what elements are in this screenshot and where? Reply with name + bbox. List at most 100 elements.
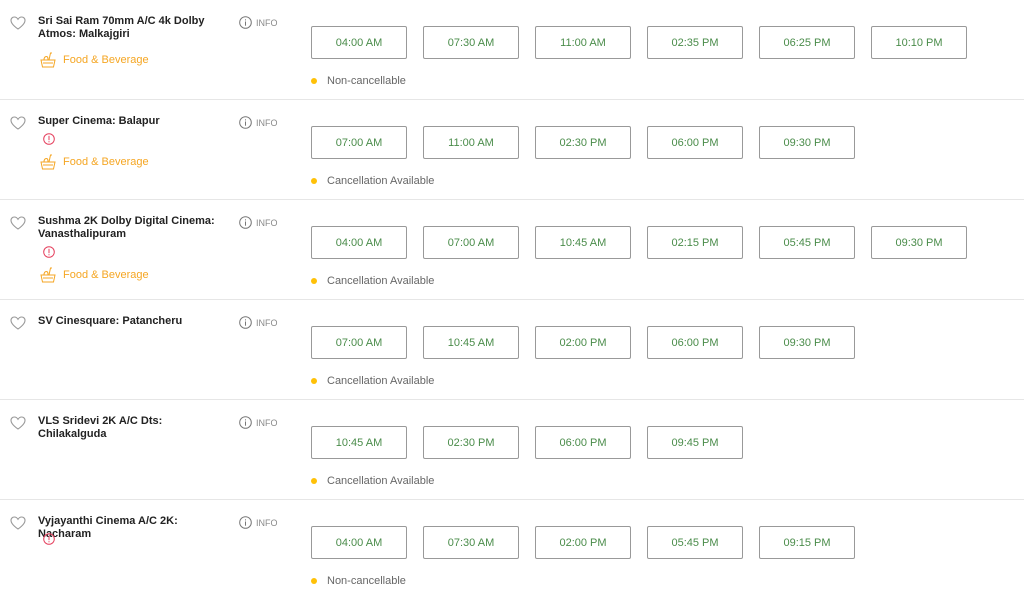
info-button[interactable]: INFO xyxy=(239,416,278,429)
info-button[interactable]: INFO xyxy=(239,216,278,229)
showtime-list: 04:00 AM 07:30 AM 11:00 AM 02:35 PM 06:25 PM… xyxy=(311,26,983,59)
status-label: Cancellation Available xyxy=(327,275,435,287)
info-button[interactable]: INFO xyxy=(239,16,278,29)
food-beverage-icon xyxy=(38,51,58,69)
alert-icon xyxy=(43,245,55,258)
food-beverage-icon xyxy=(38,266,58,284)
showtime-button[interactable]: 10:45 AM xyxy=(311,426,407,459)
showtime-button[interactable]: 05:45 PM xyxy=(647,526,743,559)
cancellation-status: Cancellation Available xyxy=(311,475,434,487)
showtime-button[interactable]: 09:30 PM xyxy=(759,126,855,159)
info-icon xyxy=(239,216,252,229)
status-label: Cancellation Available xyxy=(327,175,435,187)
showtime-button[interactable]: 02:00 PM xyxy=(535,526,631,559)
info-icon xyxy=(239,516,252,529)
showtime-button[interactable]: 11:00 AM xyxy=(535,26,631,59)
showtime-button[interactable]: 07:30 AM xyxy=(423,26,519,59)
food-beverage-link[interactable]: Food & Beverage xyxy=(38,51,149,69)
heart-icon[interactable] xyxy=(10,216,26,230)
venue-list: Sri Sai Ram 70mm A/C 4k Dolby Atmos: Mal… xyxy=(0,0,1024,600)
info-button[interactable]: INFO xyxy=(239,516,278,529)
heart-icon[interactable] xyxy=(10,516,26,530)
showtime-list: 07:00 AM 10:45 AM 02:00 PM 06:00 PM 09:30 PM xyxy=(311,326,871,359)
cancellation-status: Cancellation Available xyxy=(311,175,434,187)
showtime-button[interactable]: 09:45 PM xyxy=(647,426,743,459)
heart-icon[interactable] xyxy=(10,16,26,30)
food-beverage-link[interactable]: Food & Beverage xyxy=(38,153,149,171)
showtime-button[interactable]: 04:00 AM xyxy=(311,226,407,259)
venue-name[interactable]: Sri Sai Ram 70mm A/C 4k Dolby Atmos: Mal… xyxy=(38,15,233,41)
status-label: Cancellation Available xyxy=(327,475,435,487)
showtime-button[interactable]: 02:15 PM xyxy=(647,226,743,259)
venue-row: Vyjayanthi Cinema A/C 2K: Nacharam INFO 04… xyxy=(0,500,1024,600)
showtime-button[interactable]: 06:00 PM xyxy=(535,426,631,459)
cancellation-status: Cancellation Available xyxy=(311,375,434,387)
showtime-button[interactable]: 06:25 PM xyxy=(759,26,855,59)
info-icon xyxy=(239,416,252,429)
info-label: INFO xyxy=(256,17,278,28)
venue-name[interactable]: SV Cinesquare: Patancheru xyxy=(38,315,233,328)
cancellation-status: Cancellation Available xyxy=(311,275,434,287)
info-icon xyxy=(239,16,252,29)
venue-row: Super Cinema: Balapur Food & Beverage INFO… xyxy=(0,100,1024,200)
venue-row: VLS Sridevi 2K A/C Dts: Chilakalguda INFO… xyxy=(0,400,1024,500)
showtime-button[interactable]: 02:30 PM xyxy=(535,126,631,159)
venue-name[interactable]: VLS Sridevi 2K A/C Dts: Chilakalguda xyxy=(38,415,233,441)
showtime-button[interactable]: 02:30 PM xyxy=(423,426,519,459)
info-label: INFO xyxy=(256,217,278,228)
status-dot-icon xyxy=(311,178,317,184)
info-button[interactable]: INFO xyxy=(239,116,278,129)
showtime-button[interactable]: 09:30 PM xyxy=(759,326,855,359)
showtime-button[interactable]: 07:00 AM xyxy=(311,326,407,359)
heart-icon[interactable] xyxy=(10,116,26,130)
showtime-button[interactable]: 07:00 AM xyxy=(423,226,519,259)
alert-icon xyxy=(43,532,55,545)
showtime-button[interactable]: 09:15 PM xyxy=(759,526,855,559)
venue-row: Sri Sai Ram 70mm A/C 4k Dolby Atmos: Mal… xyxy=(0,0,1024,100)
showtime-list: 07:00 AM 11:00 AM 02:30 PM 06:00 PM 09:30 PM xyxy=(311,126,871,159)
status-dot-icon xyxy=(311,378,317,384)
showtime-button[interactable]: 04:00 AM xyxy=(311,26,407,59)
food-beverage-label: Food & Beverage xyxy=(63,156,149,168)
showtime-button[interactable]: 07:00 AM xyxy=(311,126,407,159)
info-icon xyxy=(239,316,252,329)
food-beverage-label: Food & Beverage xyxy=(63,269,149,281)
showtime-button[interactable]: 02:35 PM xyxy=(647,26,743,59)
status-dot-icon xyxy=(311,278,317,284)
food-beverage-icon xyxy=(38,153,58,171)
status-dot-icon xyxy=(311,78,317,84)
venue-name[interactable]: Sushma 2K Dolby Digital Cinema: Vanastha… xyxy=(38,215,233,241)
alert-icon xyxy=(43,132,55,145)
info-label: INFO xyxy=(256,117,278,128)
venue-row: Sushma 2K Dolby Digital Cinema: Vanastha… xyxy=(0,200,1024,300)
showtime-list: 04:00 AM 07:30 AM 02:00 PM 05:45 PM 09:15 PM xyxy=(311,526,871,559)
food-beverage-label: Food & Beverage xyxy=(63,54,149,66)
heart-icon[interactable] xyxy=(10,316,26,330)
heart-icon[interactable] xyxy=(10,416,26,430)
showtime-button[interactable]: 07:30 AM xyxy=(423,526,519,559)
info-button[interactable]: INFO xyxy=(239,316,278,329)
status-label: Non-cancellable xyxy=(327,75,406,87)
showtime-button[interactable]: 10:10 PM xyxy=(871,26,967,59)
venue-name[interactable]: Vyjayanthi Cinema A/C 2K: Nacharam xyxy=(38,515,233,541)
venue-row: SV Cinesquare: Patancheru INFO 07:00 AM 10:… xyxy=(0,300,1024,400)
showtime-button[interactable]: 11:00 AM xyxy=(423,126,519,159)
cancellation-status: Non-cancellable xyxy=(311,575,406,587)
showtime-button[interactable]: 09:30 PM xyxy=(871,226,967,259)
showtime-button[interactable]: 02:00 PM xyxy=(535,326,631,359)
venue-name[interactable]: Super Cinema: Balapur xyxy=(38,115,233,128)
food-beverage-link[interactable]: Food & Beverage xyxy=(38,266,149,284)
info-label: INFO xyxy=(256,517,278,528)
showtime-list: 04:00 AM 07:00 AM 10:45 AM 02:15 PM 05:45 PM… xyxy=(311,226,983,259)
status-label: Non-cancellable xyxy=(327,575,406,587)
showtime-button[interactable]: 05:45 PM xyxy=(759,226,855,259)
showtime-button[interactable]: 04:00 AM xyxy=(311,526,407,559)
showtime-button[interactable]: 10:45 AM xyxy=(535,226,631,259)
showtime-list: 10:45 AM 02:30 PM 06:00 PM 09:45 PM xyxy=(311,426,759,459)
showtime-button[interactable]: 06:00 PM xyxy=(647,326,743,359)
info-label: INFO xyxy=(256,317,278,328)
showtime-button[interactable]: 10:45 AM xyxy=(423,326,519,359)
status-dot-icon xyxy=(311,478,317,484)
cancellation-status: Non-cancellable xyxy=(311,75,406,87)
showtime-button[interactable]: 06:00 PM xyxy=(647,126,743,159)
